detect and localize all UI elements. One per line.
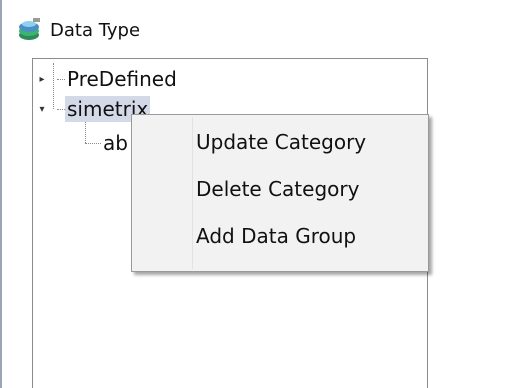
menu-item-label: Update Category — [196, 130, 367, 154]
tree-connector-simetrix — [57, 109, 65, 110]
data-type-window: Data Type ▸ PreDefined ▾ simetrix ab Upd… — [0, 0, 510, 388]
window-left-border — [0, 0, 2, 388]
context-menu: Update Category Delete Category Add Data… — [131, 114, 429, 272]
window-title: Data Type — [50, 19, 141, 41]
tree-node-label: PreDefined — [67, 67, 177, 91]
title-bar: Data Type — [16, 16, 140, 44]
tree-node-predefined[interactable]: PreDefined — [67, 64, 177, 94]
expand-arrow-icon[interactable]: ▸ — [37, 75, 47, 85]
menu-item-delete-category[interactable]: Delete Category — [134, 166, 426, 212]
data-type-app-icon — [19, 18, 40, 40]
menu-item-label: Delete Category — [196, 177, 360, 201]
menu-item-label: Add Data Group — [196, 224, 357, 248]
tree-connector-ab — [85, 143, 101, 144]
menu-item-add-data-group[interactable]: Add Data Group — [134, 213, 426, 259]
tree-node-ab[interactable]: ab — [103, 128, 128, 158]
menu-item-update-category[interactable]: Update Category — [134, 119, 426, 165]
tree-connector-predefined — [57, 79, 65, 80]
collapse-arrow-icon[interactable]: ▾ — [37, 105, 47, 115]
tree-connector-child — [85, 121, 86, 143]
tree-connector-root — [53, 63, 54, 109]
tree-node-label: ab — [103, 131, 128, 155]
